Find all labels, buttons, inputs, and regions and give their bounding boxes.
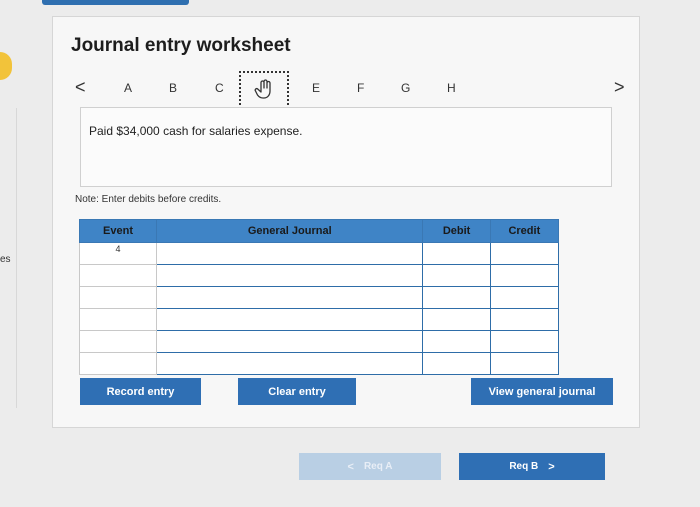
table-row <box>78 286 560 309</box>
credit-input[interactable] <box>489 264 560 287</box>
debit-input[interactable] <box>422 308 491 331</box>
view-general-journal-button[interactable]: View general journal <box>471 378 613 405</box>
chevron-right-icon: > <box>548 460 555 473</box>
nav-letter-g[interactable]: G <box>401 81 410 95</box>
event-cell: 4 <box>78 242 158 265</box>
table-row <box>78 308 560 331</box>
table-row <box>78 264 560 287</box>
account-input[interactable] <box>156 286 424 309</box>
clear-entry-button[interactable]: Clear entry <box>238 378 356 405</box>
event-cell <box>78 308 158 331</box>
table-row: 4 <box>78 242 560 265</box>
page-title: Journal entry worksheet <box>71 35 291 56</box>
account-input[interactable] <box>156 330 424 353</box>
credit-input[interactable] <box>489 286 560 309</box>
account-input[interactable] <box>156 352 424 375</box>
event-cell <box>78 286 158 309</box>
req-b-button[interactable]: Req B > <box>459 453 605 480</box>
debit-input[interactable] <box>422 242 491 265</box>
req-b-label: Req B <box>509 461 539 472</box>
journal-worksheet-panel: Journal entry worksheet < A B C E F G H … <box>52 16 640 428</box>
instruction-note: Note: Enter debits before credits. <box>75 194 222 205</box>
top-accent-bar <box>42 0 189 5</box>
column-header-credit: Credit <box>489 219 560 243</box>
account-input[interactable] <box>156 242 424 265</box>
transaction-description-box: Paid $34,000 cash for salaries expense. <box>80 107 612 187</box>
transaction-description: Paid $34,000 cash for salaries expense. <box>89 124 303 138</box>
column-header-debit: Debit <box>422 219 491 243</box>
debit-input[interactable] <box>422 286 491 309</box>
nav-next-arrow[interactable]: > <box>614 77 625 98</box>
column-header-general-journal: General Journal <box>156 219 424 243</box>
event-cell <box>78 264 158 287</box>
credit-input[interactable] <box>489 352 560 375</box>
nav-letter-b[interactable]: B <box>169 81 177 95</box>
nav-prev-arrow[interactable]: < <box>75 77 86 98</box>
account-input[interactable] <box>156 264 424 287</box>
account-input[interactable] <box>156 308 424 331</box>
req-a-label: Req A <box>363 461 393 472</box>
nav-letter-a[interactable]: A <box>124 81 132 95</box>
nav-current-step[interactable] <box>239 71 289 109</box>
record-entry-button[interactable]: Record entry <box>80 378 201 405</box>
left-edge-text: es <box>0 254 11 265</box>
nav-letter-h[interactable]: H <box>447 81 456 95</box>
debit-input[interactable] <box>422 330 491 353</box>
table-row <box>78 352 560 375</box>
worksheet-nav: < A B C E F G H > <box>69 71 629 111</box>
hand-pointer-icon <box>254 79 271 99</box>
nav-letter-c[interactable]: C <box>215 81 224 95</box>
chevron-left-icon: < <box>347 460 354 473</box>
nav-letter-e[interactable]: E <box>312 81 320 95</box>
event-cell <box>78 352 158 375</box>
table-row <box>78 330 560 353</box>
credit-input[interactable] <box>489 330 560 353</box>
column-header-event: Event <box>78 219 158 243</box>
credit-input[interactable] <box>489 242 560 265</box>
journal-entry-table: Event General Journal Debit Credit 4 <box>78 219 560 375</box>
left-yellow-tab[interactable] <box>0 52 12 80</box>
debit-input[interactable] <box>422 352 491 375</box>
event-cell <box>78 330 158 353</box>
debit-input[interactable] <box>422 264 491 287</box>
nav-letter-f[interactable]: F <box>357 81 364 95</box>
req-a-button[interactable]: < Req A <box>299 453 441 480</box>
credit-input[interactable] <box>489 308 560 331</box>
